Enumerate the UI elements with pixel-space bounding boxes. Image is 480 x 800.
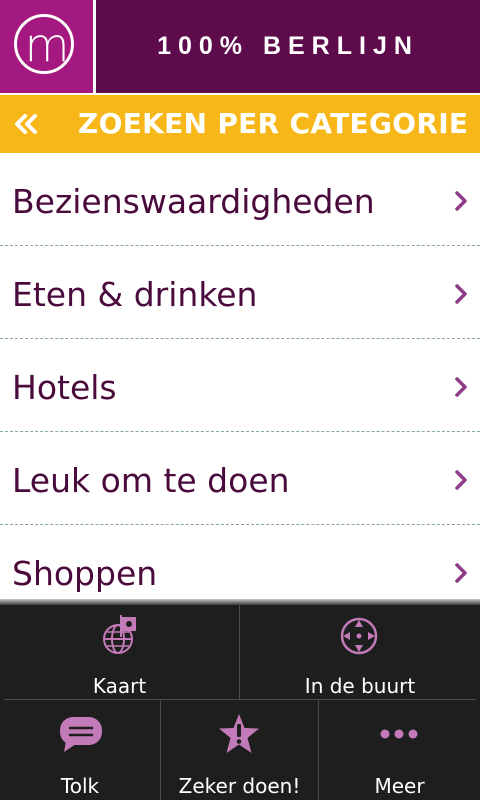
category-item-label: Leuk om te doen	[12, 461, 290, 500]
menu-item-label: Meer	[374, 774, 425, 798]
menu-item-in-de-buurt[interactable]: In de buurt	[240, 603, 480, 699]
category-item-bezienswaardigheden[interactable]: Bezienswaardigheden	[0, 153, 480, 246]
chevron-right-icon	[455, 563, 467, 583]
category-item-eten-drinken[interactable]: Eten & drinken	[0, 246, 480, 339]
logo[interactable]: m	[0, 0, 93, 93]
chevron-right-icon	[455, 284, 467, 304]
category-item-leuk-om-te-doen[interactable]: Leuk om te doen	[0, 432, 480, 525]
category-item-label: Hotels	[12, 368, 117, 407]
menu-item-label: In de buurt	[304, 674, 416, 698]
options-menu: Kaart In de buurt Tolk Zeker doen! Meer	[0, 599, 480, 800]
category-bar-title: ZOEKEN PER CATEGORIE	[78, 107, 469, 140]
category-bar: ZOEKEN PER CATEGORIE	[0, 95, 480, 153]
app-header: m 100% BERLIJN	[0, 0, 480, 93]
chevron-right-icon	[455, 470, 467, 490]
menu-item-kaart[interactable]: Kaart	[0, 603, 239, 699]
menu-item-zeker-doen[interactable]: Zeker doen!	[161, 700, 318, 800]
logo-circle: m	[14, 14, 74, 74]
back-button[interactable]	[0, 95, 60, 153]
category-list: Bezienswaardigheden Eten & drinken Hotel…	[0, 153, 480, 599]
category-item-label: Bezienswaardigheden	[12, 182, 375, 221]
app-title: 100% BERLIJN	[157, 32, 419, 60]
category-item-label: Eten & drinken	[12, 275, 258, 314]
menu-item-label: Kaart	[92, 674, 147, 698]
double-chevron-left-icon	[15, 114, 37, 134]
menu-item-label: Tolk	[60, 774, 100, 798]
star-exclamation-icon	[219, 714, 259, 753]
menu-item-meer[interactable]: Meer	[319, 700, 480, 800]
menu-item-tolk[interactable]: Tolk	[0, 700, 160, 800]
globe-map-icon	[103, 615, 136, 654]
category-item-label: Shoppen	[12, 554, 158, 593]
crosshair-icon	[340, 617, 378, 655]
more-dots-icon	[380, 729, 418, 739]
chevron-right-icon	[455, 377, 467, 397]
chevron-right-icon	[455, 191, 467, 211]
logo-letter: m	[24, 18, 70, 72]
category-item-hotels[interactable]: Hotels	[0, 339, 480, 432]
menu-item-label: Zeker doen!	[178, 774, 301, 798]
category-item-shoppen[interactable]: Shoppen	[0, 525, 480, 599]
speech-bubble-icon	[60, 717, 102, 752]
